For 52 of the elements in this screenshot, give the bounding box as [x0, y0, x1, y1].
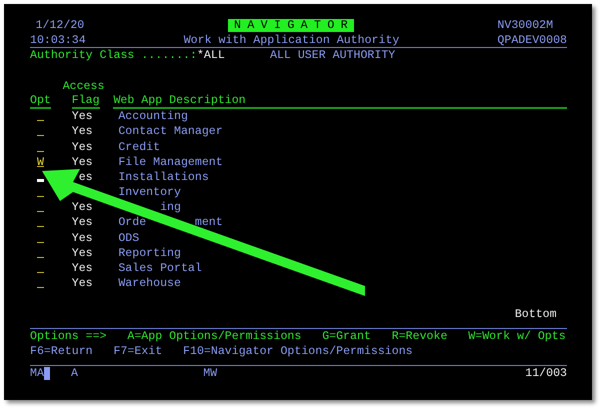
description-text: Inventory [118, 185, 181, 200]
description-text: Warehouse [118, 276, 181, 292]
flag-text: Yes [72, 200, 93, 216]
cursor-block [44, 367, 50, 380]
description-text: Contact Manager [118, 124, 223, 140]
app-title: NAVIGATOR [228, 19, 354, 32]
function-key[interactable]: F7=Exit [113, 344, 162, 360]
flag-text: Yes [72, 154, 93, 170]
status-field: A [71, 366, 78, 382]
position-indicator: Bottom [514, 306, 557, 322]
option-legend: W=Work w/ Opts [468, 328, 566, 344]
description-text: Sales Portal [118, 261, 202, 276]
device-name: QPADEV0008 [497, 33, 567, 48]
description-text: ing [160, 200, 181, 216]
function-key[interactable]: F6=Return [30, 344, 93, 360]
description-text: ODS [118, 230, 140, 246]
option-legend: A=App Options/Permissions [127, 328, 302, 344]
options-label: Options ==> [30, 328, 107, 344]
flag-text: Yes [72, 246, 93, 261]
opt-field[interactable]: W [36, 156, 44, 167]
status-mode: MA [30, 366, 44, 382]
column-header: Opt [30, 94, 51, 110]
column-header: Web App Description [113, 94, 567, 110]
column-header: Access [62, 78, 104, 94]
description-text: Orde [118, 215, 146, 231]
date-text: 1/12/20 [36, 18, 84, 34]
field-label: Authority Class .......: [30, 48, 197, 64]
description-text: Reporting [118, 246, 181, 261]
cursor-position: 11/003 [525, 366, 567, 382]
description-text: Accounting [118, 109, 188, 124]
field-value: *ALL [196, 48, 226, 64]
screen-title: Work with Application Authority [184, 33, 400, 48]
flag-text: Yes [72, 215, 93, 231]
description-text: Installations [118, 170, 209, 186]
flag-text: Yes [72, 276, 93, 292]
option-legend: G=Grant [322, 328, 371, 344]
description-text: File Management [118, 154, 223, 170]
flag-text: Yes [72, 140, 93, 155]
flag-text: Yes [72, 124, 93, 140]
option-legend: R=Revoke [392, 328, 448, 344]
field-description: ALL USER AUTHORITY [270, 48, 396, 64]
time-text: 10:03:34 [30, 33, 86, 48]
function-key[interactable]: F10=Navigator Options/Permissions [183, 344, 413, 360]
flag-text: es [78, 170, 93, 186]
flag-text: Yes [72, 230, 93, 246]
status-field: MW [203, 366, 218, 382]
flag-text: Yes [72, 109, 93, 124]
column-header: Flag [72, 94, 100, 110]
program-name: NV30002M [497, 18, 554, 34]
description-text: Credit [118, 140, 160, 155]
flag-text: Yes [72, 261, 93, 276]
description-text: ment [194, 215, 223, 231]
